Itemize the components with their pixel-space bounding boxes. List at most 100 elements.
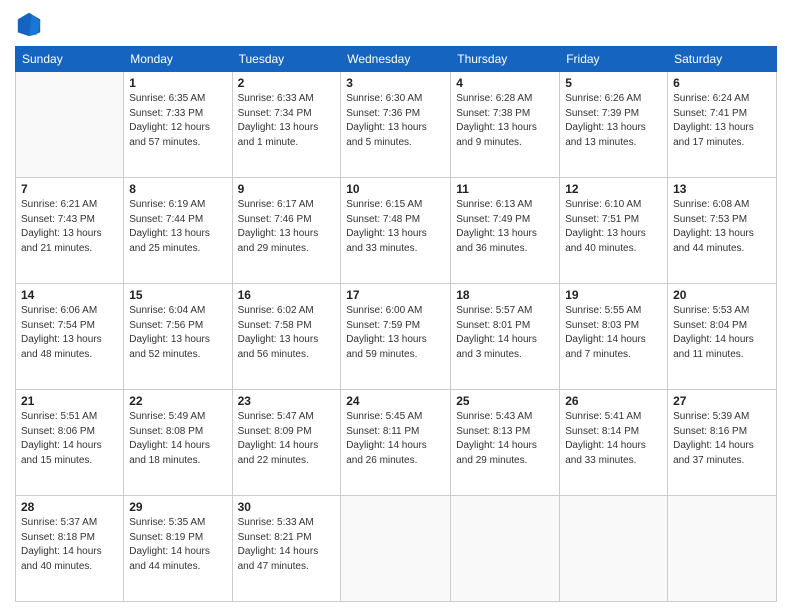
day-info: Sunrise: 5:37 AMSunset: 8:18 PMDaylight:… [21, 516, 118, 574]
day-info: Sunrise: 6:24 AMSunset: 7:41 PMDaylight:… [673, 92, 771, 150]
page: SundayMondayTuesdayWednesdayThursdayFrid… [0, 0, 792, 612]
calendar-cell: 7 Sunrise: 6:21 AMSunset: 7:43 PMDaylight… [16, 178, 124, 284]
day-info: Sunrise: 6:10 AMSunset: 7:51 PMDaylight:… [565, 198, 662, 256]
day-info: Sunrise: 6:08 AMSunset: 7:53 PMDaylight:… [673, 198, 771, 256]
calendar-cell [341, 496, 451, 602]
day-number: 15 [129, 288, 226, 302]
day-info: Sunrise: 5:47 AMSunset: 8:09 PMDaylight:… [238, 410, 336, 468]
calendar-header-wednesday: Wednesday [341, 47, 451, 72]
header [15, 10, 777, 38]
day-number: 21 [21, 394, 118, 408]
calendar-cell: 10Sunrise: 6:15 AMSunset: 7:48 PMDayligh… [341, 178, 451, 284]
calendar-cell: 15 Sunrise: 6:04 AMSunset: 7:56 PMDayligh… [124, 284, 232, 390]
calendar-header-row: SundayMondayTuesdayWednesdayThursdayFrid… [16, 47, 777, 72]
calendar-cell [668, 496, 777, 602]
calendar-week-row: 28 Sunrise: 5:37 AMSunset: 8:18 PMDayligh… [16, 496, 777, 602]
day-info: Sunrise: 5:51 AMSunset: 8:06 PMDaylight:… [21, 410, 118, 468]
day-number: 24 [346, 394, 445, 408]
calendar-week-row: 7 Sunrise: 6:21 AMSunset: 7:43 PMDaylight… [16, 178, 777, 284]
day-info: Sunrise: 6:06 AMSunset: 7:54 PMDaylight:… [21, 304, 118, 362]
calendar-cell: 26 Sunrise: 5:41 AMSunset: 8:14 PMDayligh… [560, 390, 668, 496]
day-number: 20 [673, 288, 771, 302]
calendar-cell: 2 Sunrise: 6:33 AMSunset: 7:34 PMDaylight… [232, 72, 341, 178]
calendar-cell [451, 496, 560, 602]
day-number: 27 [673, 394, 771, 408]
day-info: Sunrise: 6:28 AMSunset: 7:38 PMDaylight:… [456, 92, 554, 150]
day-info: Sunrise: 6:33 AMSunset: 7:34 PMDaylight:… [238, 92, 336, 150]
day-info: Sunrise: 5:53 AMSunset: 8:04 PMDaylight:… [673, 304, 771, 362]
calendar-cell: 24 Sunrise: 5:45 AMSunset: 8:11 PMDayligh… [341, 390, 451, 496]
calendar-week-row: 1 Sunrise: 6:35 AMSunset: 7:33 PMDaylight… [16, 72, 777, 178]
calendar-cell: 8 Sunrise: 6:19 AMSunset: 7:44 PMDaylight… [124, 178, 232, 284]
day-info: Sunrise: 6:04 AMSunset: 7:56 PMDaylight:… [129, 304, 226, 362]
day-number: 8 [129, 182, 226, 196]
day-info: Sunrise: 6:26 AMSunset: 7:39 PMDaylight:… [565, 92, 662, 150]
calendar-cell [560, 496, 668, 602]
day-number: 30 [238, 500, 336, 514]
calendar-header-monday: Monday [124, 47, 232, 72]
day-number: 6 [673, 76, 771, 90]
day-info: Sunrise: 6:35 AMSunset: 7:33 PMDaylight:… [129, 92, 226, 150]
day-info: Sunrise: 6:21 AMSunset: 7:43 PMDaylight:… [21, 198, 118, 256]
calendar-cell [16, 72, 124, 178]
day-info: Sunrise: 5:35 AMSunset: 8:19 PMDaylight:… [129, 516, 226, 574]
day-info: Sunrise: 5:41 AMSunset: 8:14 PMDaylight:… [565, 410, 662, 468]
day-info: Sunrise: 6:19 AMSunset: 7:44 PMDaylight:… [129, 198, 226, 256]
day-number: 4 [456, 76, 554, 90]
day-info: Sunrise: 5:55 AMSunset: 8:03 PMDaylight:… [565, 304, 662, 362]
day-number: 11 [456, 182, 554, 196]
calendar-cell: 19 Sunrise: 5:55 AMSunset: 8:03 PMDayligh… [560, 284, 668, 390]
calendar-cell: 21 Sunrise: 5:51 AMSunset: 8:06 PMDayligh… [16, 390, 124, 496]
day-number: 19 [565, 288, 662, 302]
calendar-cell: 3Sunrise: 6:30 AMSunset: 7:36 PMDaylight… [341, 72, 451, 178]
day-number: 28 [21, 500, 118, 514]
calendar-header-saturday: Saturday [668, 47, 777, 72]
day-info: Sunrise: 6:00 AMSunset: 7:59 PMDaylight:… [346, 304, 445, 362]
day-number: 23 [238, 394, 336, 408]
calendar-header-thursday: Thursday [451, 47, 560, 72]
day-number: 26 [565, 394, 662, 408]
calendar-cell: 29 Sunrise: 5:35 AMSunset: 8:19 PMDayligh… [124, 496, 232, 602]
day-info: Sunrise: 5:39 AMSunset: 8:16 PMDaylight:… [673, 410, 771, 468]
calendar-cell: 28 Sunrise: 5:37 AMSunset: 8:18 PMDayligh… [16, 496, 124, 602]
day-number: 25 [456, 394, 554, 408]
calendar-cell: 1 Sunrise: 6:35 AMSunset: 7:33 PMDaylight… [124, 72, 232, 178]
calendar-cell: 4 Sunrise: 6:28 AMSunset: 7:38 PMDaylight… [451, 72, 560, 178]
calendar-cell: 11 Sunrise: 6:13 AMSunset: 7:49 PMDayligh… [451, 178, 560, 284]
day-number: 9 [238, 182, 336, 196]
day-number: 7 [21, 182, 118, 196]
day-info: Sunrise: 6:17 AMSunset: 7:46 PMDaylight:… [238, 198, 336, 256]
day-number: 16 [238, 288, 336, 302]
day-number: 29 [129, 500, 226, 514]
day-info: Sunrise: 6:15 AMSunset: 7:48 PMDaylight:… [346, 198, 445, 256]
day-number: 13 [673, 182, 771, 196]
day-number: 2 [238, 76, 336, 90]
calendar-cell: 20 Sunrise: 5:53 AMSunset: 8:04 PMDayligh… [668, 284, 777, 390]
day-number: 1 [129, 76, 226, 90]
calendar-cell: 14Sunrise: 6:06 AMSunset: 7:54 PMDayligh… [16, 284, 124, 390]
day-info: Sunrise: 6:02 AMSunset: 7:58 PMDaylight:… [238, 304, 336, 362]
calendar-cell: 17Sunrise: 6:00 AMSunset: 7:59 PMDayligh… [341, 284, 451, 390]
day-number: 12 [565, 182, 662, 196]
calendar-cell: 23 Sunrise: 5:47 AMSunset: 8:09 PMDayligh… [232, 390, 341, 496]
calendar-cell: 18Sunrise: 5:57 AMSunset: 8:01 PMDayligh… [451, 284, 560, 390]
calendar-cell: 6 Sunrise: 6:24 AMSunset: 7:41 PMDaylight… [668, 72, 777, 178]
day-info: Sunrise: 6:13 AMSunset: 7:49 PMDaylight:… [456, 198, 554, 256]
calendar-cell: 5 Sunrise: 6:26 AMSunset: 7:39 PMDaylight… [560, 72, 668, 178]
day-number: 5 [565, 76, 662, 90]
day-number: 22 [129, 394, 226, 408]
logo-icon [15, 10, 43, 38]
calendar-cell: 27 Sunrise: 5:39 AMSunset: 8:16 PMDayligh… [668, 390, 777, 496]
calendar-header-tuesday: Tuesday [232, 47, 341, 72]
calendar-week-row: 21 Sunrise: 5:51 AMSunset: 8:06 PMDayligh… [16, 390, 777, 496]
calendar-cell: 9 Sunrise: 6:17 AMSunset: 7:46 PMDaylight… [232, 178, 341, 284]
day-info: Sunrise: 5:57 AMSunset: 8:01 PMDaylight:… [456, 304, 554, 362]
day-number: 3 [346, 76, 445, 90]
day-info: Sunrise: 5:43 AMSunset: 8:13 PMDaylight:… [456, 410, 554, 468]
calendar-cell: 12 Sunrise: 6:10 AMSunset: 7:51 PMDayligh… [560, 178, 668, 284]
calendar-cell: 22Sunrise: 5:49 AMSunset: 8:08 PMDayligh… [124, 390, 232, 496]
calendar-week-row: 14Sunrise: 6:06 AMSunset: 7:54 PMDayligh… [16, 284, 777, 390]
calendar-header-sunday: Sunday [16, 47, 124, 72]
calendar-table: SundayMondayTuesdayWednesdayThursdayFrid… [15, 46, 777, 602]
day-info: Sunrise: 5:45 AMSunset: 8:11 PMDaylight:… [346, 410, 445, 468]
